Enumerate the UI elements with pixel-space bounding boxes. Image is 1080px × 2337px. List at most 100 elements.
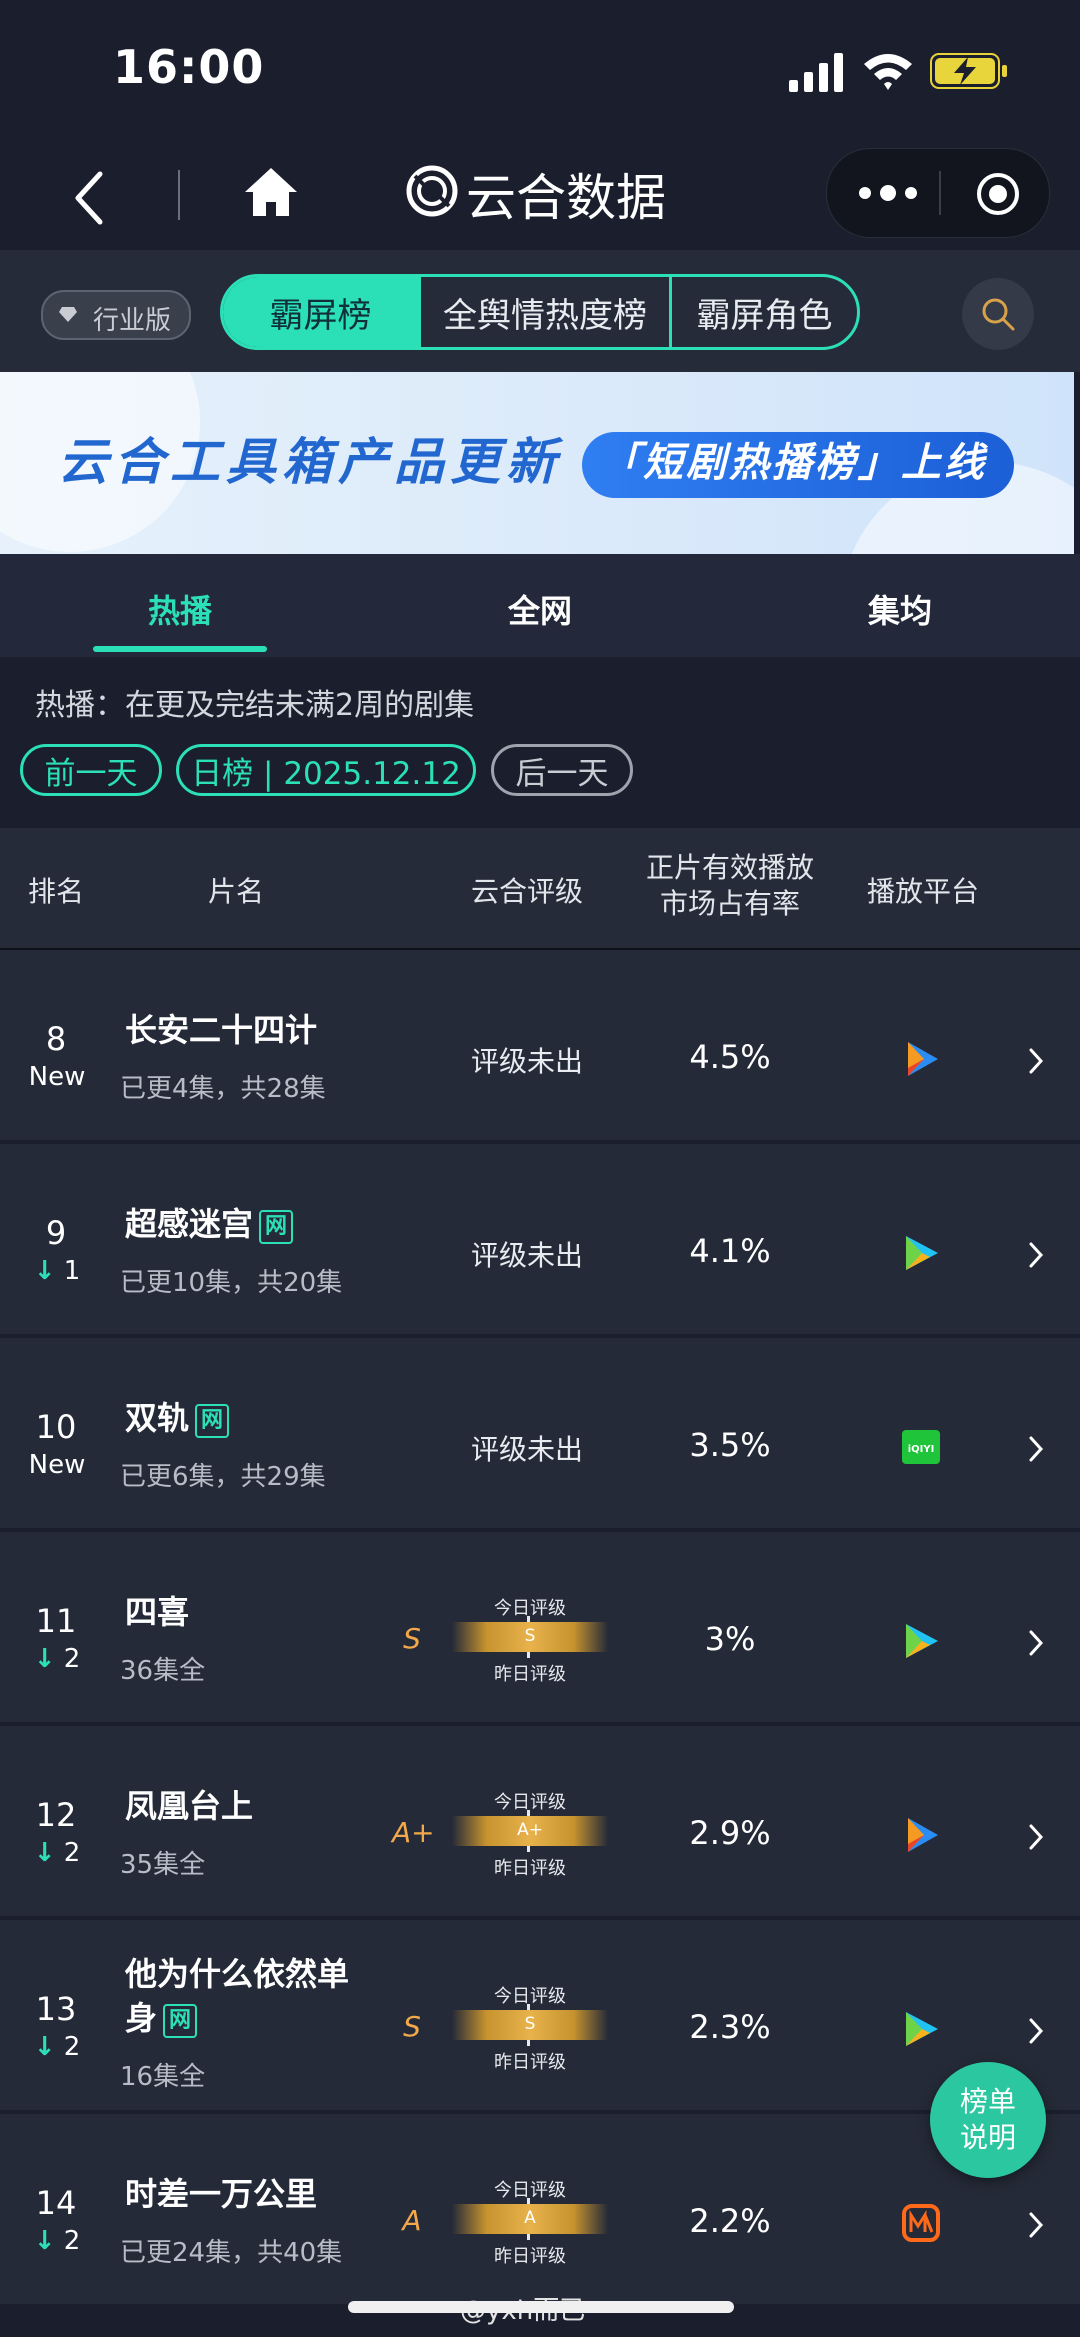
rank-number: 11: [35, 1602, 77, 1640]
rank-number: 12: [35, 1796, 77, 1834]
grade-yesterday-label: 昨日评级: [494, 1664, 566, 1685]
close-target-icon[interactable]: [975, 171, 1021, 217]
status-time: 16:00: [113, 40, 265, 94]
web-drama-badge: 网: [163, 2004, 198, 2038]
rank-number: 8: [45, 1020, 67, 1058]
tencent-video-icon: [908, 1818, 938, 1852]
web-drama-badge: 网: [195, 1404, 230, 1438]
youku-icon: [906, 1236, 938, 1270]
web-drama-badge: 网: [259, 1210, 294, 1244]
tab-whole-network[interactable]: 全网: [460, 586, 620, 632]
app-title: 云合数据: [466, 169, 666, 227]
edition-label: 行业版: [93, 306, 172, 336]
market-share: 2.9%: [689, 1814, 771, 1852]
episode-info: 16集全: [120, 2062, 206, 2092]
chevron-right-icon[interactable]: [1026, 1240, 1046, 1270]
diamond-icon: [59, 307, 77, 322]
tab-sentiment-heat[interactable]: 全舆情热度榜: [418, 277, 672, 347]
cellular-signal-icon: [789, 53, 843, 92]
table-row[interactable]: 8 New 长安二十四计 已更4集，共28集 评级未出 4.5%: [0, 950, 1080, 1140]
current-grade: S: [403, 1622, 421, 1655]
drama-title: 他为什么依然单 身网: [125, 1952, 349, 2040]
drama-title: 时差一万公里: [125, 2175, 318, 2213]
rank-change: ↓ 2: [22, 2032, 92, 2062]
rating-text: 评级未出: [470, 1045, 583, 1078]
drama-title-text: 超感迷宫: [125, 1205, 254, 1243]
promo-banner[interactable]: 云合工具箱产品更新 「短剧热播榜」上线: [0, 372, 1074, 554]
more-icon[interactable]: [855, 175, 921, 211]
fab-line1: 榜单: [959, 2085, 1016, 2118]
market-share: 4.5%: [689, 1038, 771, 1076]
wifi-icon: [864, 54, 912, 90]
status-bar: 16:00: [0, 0, 1080, 140]
back-arrow-icon[interactable]: [70, 168, 110, 228]
chevron-right-icon[interactable]: [1026, 1628, 1046, 1658]
mini-program-capsule: [826, 148, 1050, 238]
grade-bar-fill: A+: [452, 1816, 608, 1846]
rank-down-arrow-icon: ↓: [33, 1256, 56, 1286]
episode-info: 35集全: [120, 1850, 206, 1880]
tab-episode-average[interactable]: 集均: [820, 586, 980, 632]
market-share: 3%: [704, 1620, 756, 1658]
episode-info: 已更4集，共28集: [120, 1074, 326, 1104]
tencent-video-icon: [908, 1042, 938, 1076]
rank-change-value: 1: [63, 1256, 81, 1286]
current-grade: A: [402, 2204, 422, 2237]
table-row[interactable]: 9 ↓ 1 超感迷宫网 已更10集，共20集 评级未出 4.1%: [0, 1144, 1080, 1334]
episode-info: 36集全: [120, 1656, 206, 1686]
ranking-explanation-button[interactable]: 榜单 说明: [930, 2062, 1046, 2178]
rank-down-arrow-icon: ↓: [33, 1838, 56, 1868]
home-indicator[interactable]: [348, 2301, 734, 2313]
tab-top-characters[interactable]: 霸屏角色: [672, 277, 857, 347]
grade-today-label: 今日评级: [494, 1598, 566, 1619]
current-date-chip[interactable]: 日榜 | 2025.12.12: [176, 744, 476, 796]
rating-text: 评级未出: [470, 1239, 583, 1272]
prev-day-button[interactable]: 前一天: [20, 744, 162, 796]
drama-title-line2: 身网: [125, 1996, 349, 2040]
nav-bar: 云合数据: [0, 140, 1080, 250]
grade-bar-label: A: [524, 2208, 536, 2228]
grade-today-label: 今日评级: [494, 1986, 566, 2007]
market-share: 3.5%: [689, 1426, 771, 1464]
tab-bapingbang[interactable]: 霸屏榜: [223, 277, 418, 347]
table-row[interactable]: 10 New 双轨网 已更6集，共29集 评级未出 3.5% iQIYI: [0, 1338, 1080, 1528]
rank-change-value: 2: [63, 1644, 81, 1674]
chevron-right-icon[interactable]: [1026, 1434, 1046, 1464]
search-button[interactable]: [962, 278, 1034, 350]
rank-down-arrow-icon: ↓: [33, 2032, 56, 2062]
grade-tick: [527, 2040, 530, 2046]
tab-hot-airing[interactable]: 热播: [100, 586, 260, 632]
rank-change: ↓ 1: [22, 1256, 92, 1286]
grade-bar-label: S: [524, 2014, 536, 2034]
grade-yesterday-label: 昨日评级: [494, 2052, 566, 2073]
home-icon[interactable]: [243, 164, 299, 220]
youku-icon: [906, 1624, 938, 1658]
grade-today-label: 今日评级: [494, 2180, 566, 2201]
list-description: 热播：在更及完结未满2周的剧集: [35, 688, 475, 723]
sub-tabs: 热播 全网 集均: [0, 554, 1080, 657]
chevron-right-icon[interactable]: [1026, 2016, 1046, 2046]
market-share: 2.2%: [689, 2202, 771, 2240]
episode-info: 已更6集，共29集: [120, 1462, 326, 1492]
market-share: 2.3%: [689, 2008, 771, 2046]
nav-divider: [178, 170, 180, 220]
table-row[interactable]: 11 ↓ 2 四喜 36集全 S 今日评级 S 昨日评级 3%: [0, 1532, 1080, 1722]
chevron-right-icon[interactable]: [1026, 1046, 1046, 1076]
grade-yesterday-label: 昨日评级: [494, 1858, 566, 1879]
youku-icon: [906, 2012, 938, 2046]
table-row[interactable]: 14 ↓ 2 时差一万公里 已更24集，共40集 A 今日评级 A 昨日评级 2…: [0, 2114, 1080, 2304]
grade-bar-label: S: [524, 1626, 536, 1646]
header-share-line1: 正片有效播放: [645, 851, 814, 884]
industry-edition-badge[interactable]: 行业版: [41, 290, 191, 340]
market-share: 4.1%: [689, 1232, 771, 1270]
chevron-right-icon[interactable]: [1026, 2210, 1046, 2240]
table-row[interactable]: 13 ↓ 2 他为什么依然单 身网 16集全 S 今日评级 S 昨日评级 2.3…: [0, 1920, 1080, 2110]
drama-title: 凤凰台上: [125, 1787, 254, 1825]
header-title: 片名: [207, 875, 264, 908]
table-row[interactable]: 12 ↓ 2 凤凰台上 35集全 A+ 今日评级 A+ 昨日评级 2.9%: [0, 1726, 1080, 1916]
drama-title: 四喜: [125, 1593, 190, 1631]
next-day-button[interactable]: 后一天: [491, 744, 633, 796]
search-icon: [982, 298, 1015, 331]
rank-down-arrow-icon: ↓: [33, 1644, 56, 1674]
chevron-right-icon[interactable]: [1026, 1822, 1046, 1852]
